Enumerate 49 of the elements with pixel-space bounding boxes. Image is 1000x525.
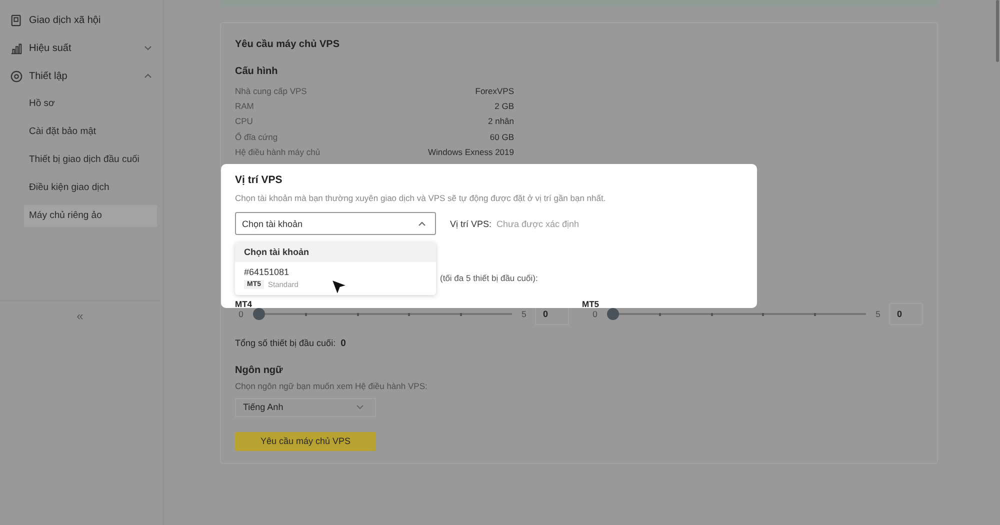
- slider-thumb[interactable]: [607, 308, 619, 320]
- slider-min: 0: [238, 308, 244, 319]
- document-icon: [10, 14, 23, 26]
- spec-value: ForexVPS: [475, 86, 514, 96]
- menu-header: Chọn tài khoản: [235, 242, 436, 262]
- spec-label: CPU: [235, 116, 253, 126]
- account-number: #64151081: [244, 267, 290, 277]
- sidebar-subitem[interactable]: Máy chủ riêng ảo: [24, 205, 157, 227]
- spec-value: 60 GB: [490, 132, 514, 142]
- section-title: Cấu hình: [235, 66, 279, 77]
- chevron-down-icon: [143, 43, 153, 53]
- settings-icon: [10, 70, 23, 82]
- sidebar-item[interactable]: Hiệu suất: [0, 34, 163, 62]
- spec-value: 2 nhân: [488, 116, 514, 126]
- terminals-hint: (tối đa 5 thiết bị đầu cuối):: [440, 273, 538, 283]
- spec-label: Ổ đĩa cứng: [235, 132, 278, 142]
- popover-title: Vị trí VPS: [235, 174, 284, 186]
- section-title: Ngôn ngữ: [235, 364, 284, 376]
- location-value: Chưa được xác định: [496, 218, 580, 228]
- spec-value: 2 GB: [494, 100, 514, 111]
- terminal-label: MT4: [235, 299, 252, 309]
- terminal-label: MT5: [582, 299, 599, 309]
- language-description: Chọn ngôn ngữ bạn muốn xem Hệ điều hành VPS:: [235, 380, 428, 391]
- spec-value: Windows Exness 2019: [428, 146, 514, 157]
- card-title: Yêu cầu máy chủ VPS: [235, 39, 340, 50]
- sidebar-subitem[interactable]: Điều kiện giao dịch: [24, 177, 157, 199]
- slider-min: 0: [592, 308, 598, 319]
- slider-max: 5: [874, 308, 882, 319]
- scrollbar[interactable]: [996, 0, 999, 62]
- request-vps-button[interactable]: Yêu cầu máy chủ VPS: [235, 432, 376, 451]
- sidebar-subitem[interactable]: Hồ sơ: [24, 93, 157, 115]
- spec-label: RAM: [235, 100, 254, 111]
- spec-label: Nhà cung cấp VPS: [235, 86, 307, 96]
- count-input[interactable]: 0: [889, 302, 923, 325]
- cursor-icon: [331, 279, 347, 295]
- slider-max: 5: [520, 308, 528, 319]
- sidebar-subitem[interactable]: Cài đặt bảo mật: [24, 121, 157, 143]
- slider-thumb[interactable]: [253, 308, 265, 320]
- location-label: Vị trí VPS:: [450, 218, 492, 228]
- total-value: 0: [340, 338, 346, 349]
- bar-chart-icon: [10, 42, 23, 54]
- sidebar-subitem[interactable]: Thiết bị giao dịch đầu cuối: [24, 149, 157, 171]
- account-select[interactable]: Chọn tài khoản: [235, 212, 436, 235]
- sidebar-item[interactable]: Giao dịch xã hội: [0, 6, 163, 34]
- spec-label: Hệ điều hành máy chủ: [235, 146, 320, 157]
- language-select[interactable]: Tiếng Anh: [235, 398, 376, 417]
- popover-description: Chọn tài khoản mà bạn thường xuyên giao dịch và VPS sẽ tự động được đặt ở vị trí gần bạn nhất.: [235, 193, 607, 203]
- sidebar-item[interactable]: Thiết lập: [0, 62, 163, 90]
- total-label: Tổng số thiết bị đầu cuối:: [235, 338, 336, 348]
